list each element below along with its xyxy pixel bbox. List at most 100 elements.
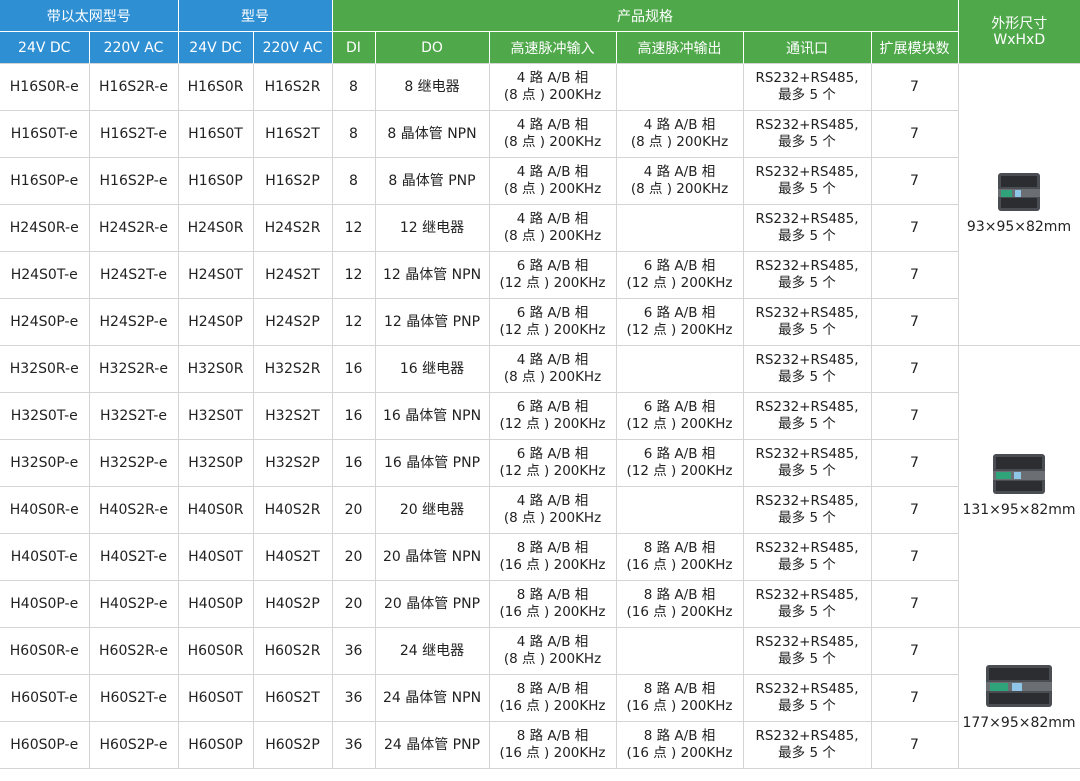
product-spec-table: 带以太网型号 型号 产品规格 外形尺寸 WxHxD 24V DC 220V AC…	[0, 0, 1080, 769]
cell-dimensions: 177×95×82mm	[957, 627, 1080, 769]
header-dimensions-label: 外形尺寸	[991, 15, 1048, 32]
cell-comm-port-line2: 最多 5 个	[778, 228, 836, 244]
cell-model-220vac: H24S2T	[252, 251, 333, 299]
cell-ext-modules: 7	[870, 533, 959, 581]
header-models: 型号	[178, 0, 333, 32]
cell-comm-port: RS232+RS485, 最多 5 个	[742, 721, 872, 769]
plc-image-part	[1012, 682, 1022, 691]
cell-model-24vdc: H40S0P	[177, 580, 254, 628]
plc-image-part	[989, 692, 1049, 704]
cell-model-220vac: H60S2T	[252, 674, 333, 722]
cell-di: 36	[331, 674, 376, 722]
cell-do: 8 晶体管 PNP	[374, 157, 490, 205]
cell-comm-port-line1: RS232+RS485,	[755, 493, 859, 509]
dimensions-group: 93×95×82mm	[959, 173, 1079, 236]
cell-comm-port: RS232+RS485, 最多 5 个	[742, 298, 872, 346]
cell-comm-port-line2: 最多 5 个	[778, 745, 836, 761]
cell-comm-port-line1: RS232+RS485,	[755, 634, 859, 650]
cell-eth-24vdc: H16S0R-e	[0, 63, 90, 111]
cell-hs-input: 8 路 A/B 相 (16 点 ) 200KHz	[488, 580, 617, 628]
cell-hs-input-line2: (8 点 ) 200KHz	[503, 181, 602, 197]
cell-hs-input: 4 路 A/B 相 (8 点 ) 200KHz	[488, 63, 617, 111]
cell-model-24vdc: H24S0R	[177, 204, 254, 252]
cell-comm-port-line1: RS232+RS485,	[755, 446, 859, 462]
table-row: H32S0T-e H32S2T-e H32S0T H32S2T 16 16 晶体管 NPN…	[0, 392, 1080, 440]
cell-model-220vac: H40S2R	[252, 486, 333, 534]
header-dimensions: 外形尺寸 WxHxD	[958, 0, 1080, 64]
cell-hs-output-line1: 6 路 A/B 相	[643, 446, 716, 462]
plc-product-image	[993, 454, 1045, 494]
cell-eth-220vac: H40S2P-e	[88, 580, 179, 628]
cell-hs-output: 8 路 A/B 相 (16 点 ) 200KHz	[615, 533, 744, 581]
cell-comm-port: RS232+RS485, 最多 5 个	[742, 627, 872, 675]
cell-hs-output: 6 路 A/B 相 (12 点 ) 200KHz	[615, 392, 744, 440]
cell-hs-input: 6 路 A/B 相 (12 点 ) 200KHz	[488, 439, 617, 487]
cell-hs-input-line1: 4 路 A/B 相	[516, 211, 589, 227]
cell-ext-modules: 7	[870, 627, 959, 675]
cell-hs-input: 6 路 A/B 相 (12 点 ) 200KHz	[488, 392, 617, 440]
cell-hs-input: 6 路 A/B 相 (12 点 ) 200KHz	[488, 251, 617, 299]
cell-comm-port-line2: 最多 5 个	[778, 322, 836, 338]
cell-hs-input-line1: 6 路 A/B 相	[516, 446, 589, 462]
cell-comm-port: RS232+RS485, 最多 5 个	[742, 580, 872, 628]
cell-do: 24 继电器	[374, 627, 490, 675]
cell-hs-output	[615, 345, 744, 393]
cell-comm-port: RS232+RS485, 最多 5 个	[742, 110, 872, 158]
cell-hs-input-line1: 8 路 A/B 相	[516, 681, 589, 697]
cell-di: 20	[331, 533, 376, 581]
cell-eth-24vdc: H60S0T-e	[0, 674, 90, 722]
cell-hs-input-line2: (16 点 ) 200KHz	[499, 557, 606, 573]
cell-model-220vac: H32S2R	[252, 345, 333, 393]
cell-eth-220vac: H40S2T-e	[88, 533, 179, 581]
cell-ext-modules: 7	[870, 251, 959, 299]
cell-comm-port-line2: 最多 5 个	[778, 416, 836, 432]
cell-di: 36	[331, 721, 376, 769]
cell-do: 20 晶体管 PNP	[374, 580, 490, 628]
dimensions-text: 177×95×82mm	[962, 714, 1076, 731]
cell-di: 16	[331, 345, 376, 393]
cell-model-220vac: H32S2P	[252, 439, 333, 487]
header-eth-24vdc: 24V DC	[0, 31, 90, 64]
cell-model-24vdc: H16S0P	[177, 157, 254, 205]
table-row: H40S0R-e H40S2R-e H40S0R H40S2R 20 20 继电器 4 路 …	[0, 486, 1080, 534]
cell-ext-modules: 7	[870, 204, 959, 252]
cell-hs-output-line2: (12 点 ) 200KHz	[626, 463, 733, 479]
cell-hs-input-line2: (16 点 ) 200KHz	[499, 698, 606, 714]
cell-do: 24 晶体管 NPN	[374, 674, 490, 722]
cell-do: 16 晶体管 PNP	[374, 439, 490, 487]
cell-hs-output: 6 路 A/B 相 (12 点 ) 200KHz	[615, 298, 744, 346]
cell-model-220vac: H40S2P	[252, 580, 333, 628]
header-ext-modules: 扩展模块数	[871, 31, 959, 64]
cell-di: 20	[331, 580, 376, 628]
cell-comm-port: RS232+RS485, 最多 5 个	[742, 674, 872, 722]
cell-di: 12	[331, 204, 376, 252]
cell-hs-input: 4 路 A/B 相 (8 点 ) 200KHz	[488, 204, 617, 252]
cell-comm-port: RS232+RS485, 最多 5 个	[742, 157, 872, 205]
cell-hs-input-line2: (12 点 ) 200KHz	[499, 322, 606, 338]
cell-model-220vac: H24S2R	[252, 204, 333, 252]
cell-model-24vdc: H16S0T	[177, 110, 254, 158]
header-model-24vdc: 24V DC	[178, 31, 254, 64]
cell-hs-output-line2: (16 点 ) 200KHz	[626, 604, 733, 620]
cell-model-24vdc: H24S0P	[177, 298, 254, 346]
table-row: H32S0R-e H32S2R-e H32S0R H32S2R 16 16 继电器 4 路 …	[0, 345, 1080, 628]
cell-eth-220vac: H16S2T-e	[88, 110, 179, 158]
cell-dimensions: 131×95×82mm	[957, 345, 1080, 628]
cell-comm-port-line2: 最多 5 个	[778, 87, 836, 103]
cell-eth-24vdc: H40S0P-e	[0, 580, 90, 628]
cell-eth-24vdc: H40S0T-e	[0, 533, 90, 581]
cell-hs-input-line2: (8 点 ) 200KHz	[503, 87, 602, 103]
cell-hs-input: 4 路 A/B 相 (8 点 ) 200KHz	[488, 110, 617, 158]
cell-hs-input: 8 路 A/B 相 (16 点 ) 200KHz	[488, 721, 617, 769]
cell-hs-input: 8 路 A/B 相 (16 点 ) 200KHz	[488, 533, 617, 581]
cell-hs-input-line2: (16 点 ) 200KHz	[499, 604, 606, 620]
cell-di: 8	[331, 157, 376, 205]
cell-comm-port-line2: 最多 5 个	[778, 181, 836, 197]
cell-hs-output-line1: 8 路 A/B 相	[643, 728, 716, 744]
plc-image-part	[996, 457, 1042, 469]
cell-eth-220vac: H32S2R-e	[88, 345, 179, 393]
table-row: H24S0T-e H24S2T-e H24S0T H24S2T 12 12 晶体管 NPN…	[0, 251, 1080, 299]
cell-comm-port: RS232+RS485, 最多 5 个	[742, 439, 872, 487]
cell-comm-port-line2: 最多 5 个	[778, 463, 836, 479]
cell-di: 8	[331, 110, 376, 158]
